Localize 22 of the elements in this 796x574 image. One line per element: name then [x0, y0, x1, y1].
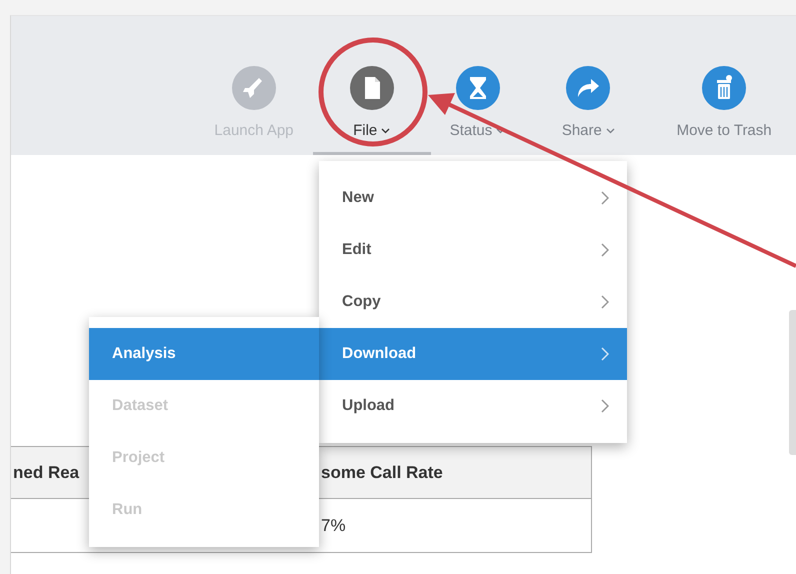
menu-item[interactable]: Analysis	[89, 328, 319, 380]
menu-item[interactable]: Edit	[319, 224, 627, 276]
document-icon	[350, 66, 394, 110]
menu-item[interactable]: New	[319, 172, 627, 224]
hourglass-icon	[456, 66, 500, 110]
column-header: ned Rea	[12, 462, 80, 482]
chevron-right-icon	[601, 243, 609, 257]
trash-icon	[702, 66, 746, 110]
chevron-right-icon	[601, 399, 609, 413]
table-cell-text: 7%	[321, 516, 347, 536]
chevron-right-icon	[601, 347, 609, 361]
rocket-icon	[232, 66, 276, 110]
toolbar-button[interactable]: Share	[524, 66, 652, 155]
toolbar-button[interactable]: File	[312, 66, 431, 155]
chevron-right-icon	[601, 295, 609, 309]
menu-item[interactable]: Download	[319, 328, 627, 380]
toolbar-button[interactable]: Move to Trash	[652, 66, 796, 155]
menu-item[interactable]: Upload	[319, 380, 627, 432]
column-header: some Call Rate	[321, 462, 444, 482]
chevron-right-icon	[601, 191, 609, 205]
menu-item[interactable]: Copy	[319, 276, 627, 328]
share-icon	[566, 66, 610, 110]
